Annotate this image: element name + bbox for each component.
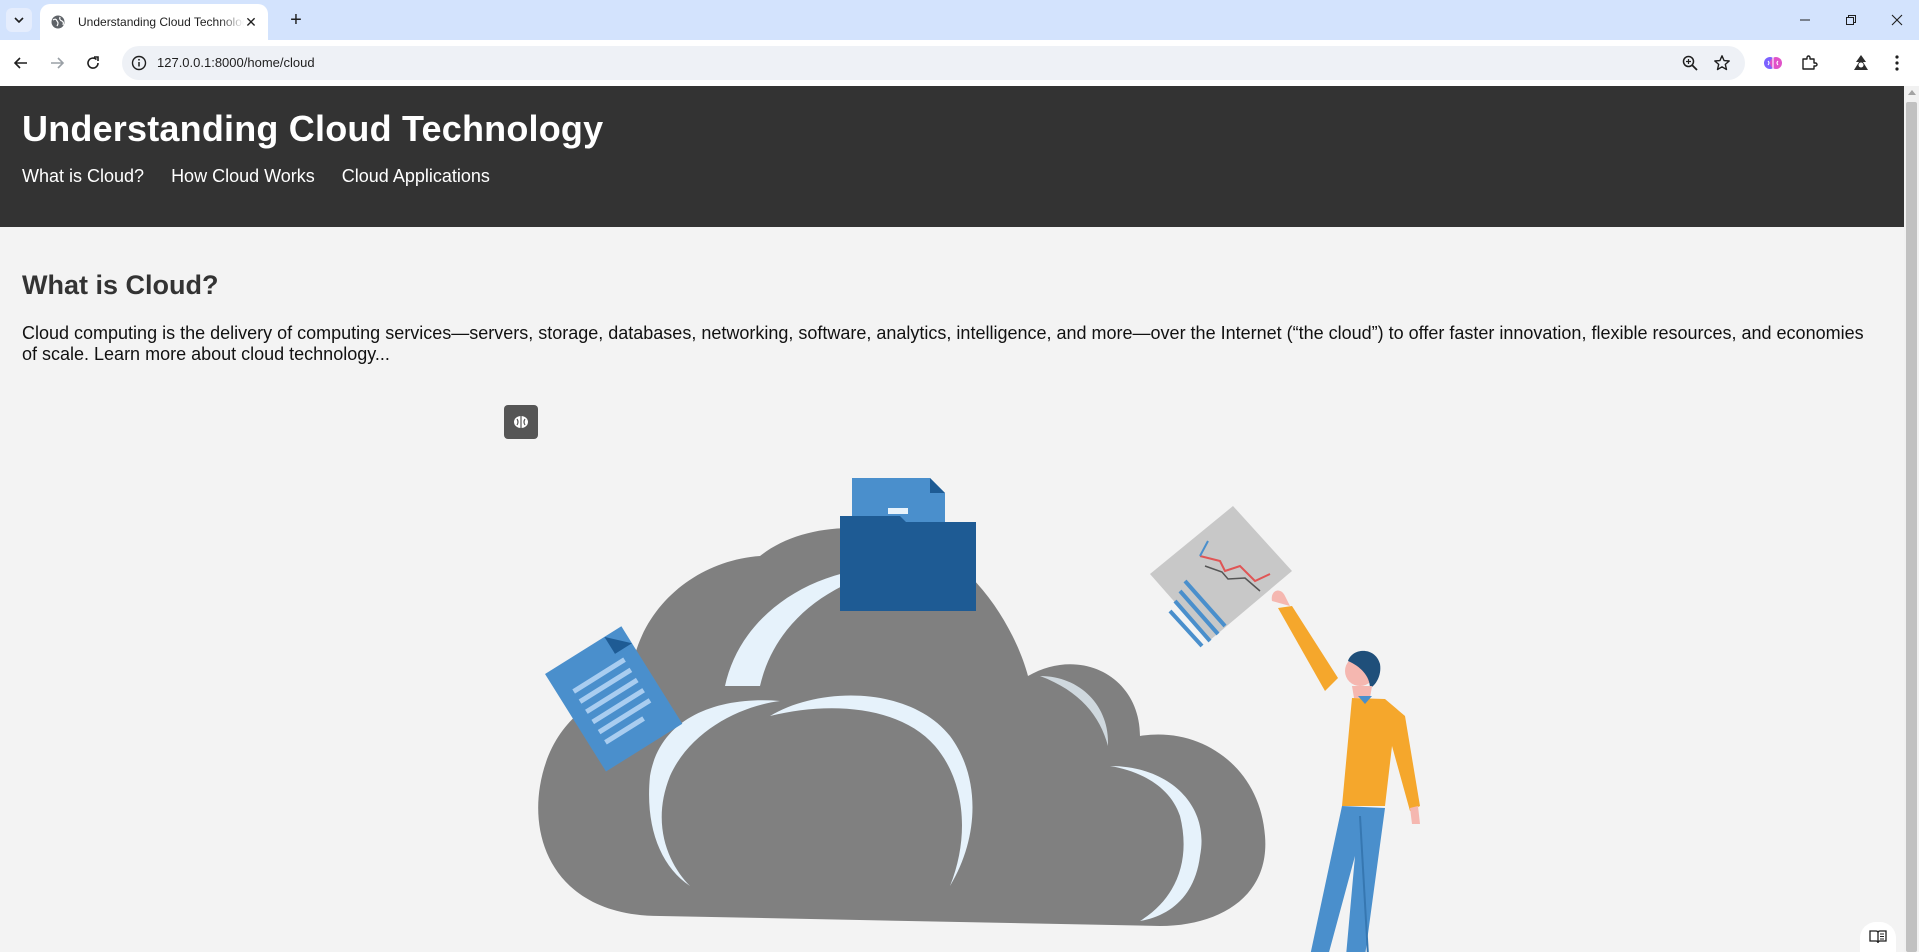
site-title: Understanding Cloud Technology xyxy=(22,108,604,149)
intro-paragraph: Cloud computing is the delivery of compu… xyxy=(22,323,1864,364)
browser-menu-button[interactable] xyxy=(1885,51,1909,75)
nav-link-what-is-cloud[interactable]: What is Cloud? xyxy=(22,166,144,187)
restore-window-button[interactable] xyxy=(1836,8,1866,32)
close-tab-icon[interactable]: ✕ xyxy=(244,14,258,31)
web-page: Understanding Cloud Technology What is C… xyxy=(0,86,1904,952)
reload-icon xyxy=(87,56,99,69)
section-title: What is Cloud? xyxy=(22,270,219,300)
scrollbar-thumb[interactable] xyxy=(1906,102,1917,952)
puzzle-icon xyxy=(1802,55,1818,70)
brain-icon xyxy=(514,416,528,428)
info-icon[interactable] xyxy=(130,54,148,72)
star-icon[interactable] xyxy=(1713,54,1731,72)
tab-search-dropdown-button[interactable] xyxy=(6,8,32,32)
reload-button[interactable] xyxy=(81,51,105,75)
browser-tabbar: Understanding Cloud Technology ✕ + xyxy=(0,0,1919,40)
minimize-window-button[interactable] xyxy=(1790,8,1820,32)
restore-icon xyxy=(1846,15,1856,25)
reading-mode-icon xyxy=(1869,930,1887,944)
brain-extension-badge[interactable] xyxy=(504,405,538,439)
new-tab-button[interactable]: + xyxy=(284,8,308,32)
profile-icon xyxy=(1854,55,1868,70)
folder-shape xyxy=(840,478,976,611)
nav-link-how-cloud-works[interactable]: How Cloud Works xyxy=(171,166,315,187)
person-figure xyxy=(1271,590,1420,952)
browser-tab-active[interactable]: Understanding Cloud Technology ✕ xyxy=(40,4,268,40)
brain-extension-button[interactable] xyxy=(1761,51,1785,75)
forward-button[interactable] xyxy=(45,51,69,75)
brain-icon xyxy=(1764,57,1782,69)
nav-link-cloud-applications[interactable]: Cloud Applications xyxy=(342,166,490,187)
cloud-illustration xyxy=(538,478,1420,952)
tab-title: Understanding Cloud Technology xyxy=(78,15,244,29)
address-bar[interactable]: 127.0.0.1:8000/home/cloud xyxy=(122,46,1745,80)
minimize-icon xyxy=(1800,19,1810,21)
page-scrollbar[interactable] xyxy=(1904,86,1919,952)
site-header: Understanding Cloud Technology What is C… xyxy=(0,86,1904,227)
arrow-left-icon xyxy=(13,57,27,69)
scroll-up-arrow-icon[interactable] xyxy=(1908,90,1916,95)
arrow-right-icon xyxy=(51,57,65,69)
zoom-icon[interactable] xyxy=(1681,54,1699,72)
extensions-button[interactable] xyxy=(1797,51,1821,75)
kebab-menu-icon xyxy=(1895,55,1899,71)
site-nav: What is Cloud? How Cloud Works Cloud App… xyxy=(22,166,517,187)
reading-mode-button[interactable] xyxy=(1860,922,1896,952)
profile-button[interactable] xyxy=(1849,51,1873,75)
globe-icon xyxy=(51,15,65,29)
back-button[interactable] xyxy=(9,51,33,75)
chart-paper-shape xyxy=(1150,506,1292,648)
url-text[interactable]: 127.0.0.1:8000/home/cloud xyxy=(157,55,315,70)
close-icon xyxy=(1891,14,1903,26)
browser-toolbar: 127.0.0.1:8000/home/cloud xyxy=(0,40,1919,86)
close-window-button[interactable] xyxy=(1882,8,1912,32)
chevron-down-icon xyxy=(14,17,24,23)
